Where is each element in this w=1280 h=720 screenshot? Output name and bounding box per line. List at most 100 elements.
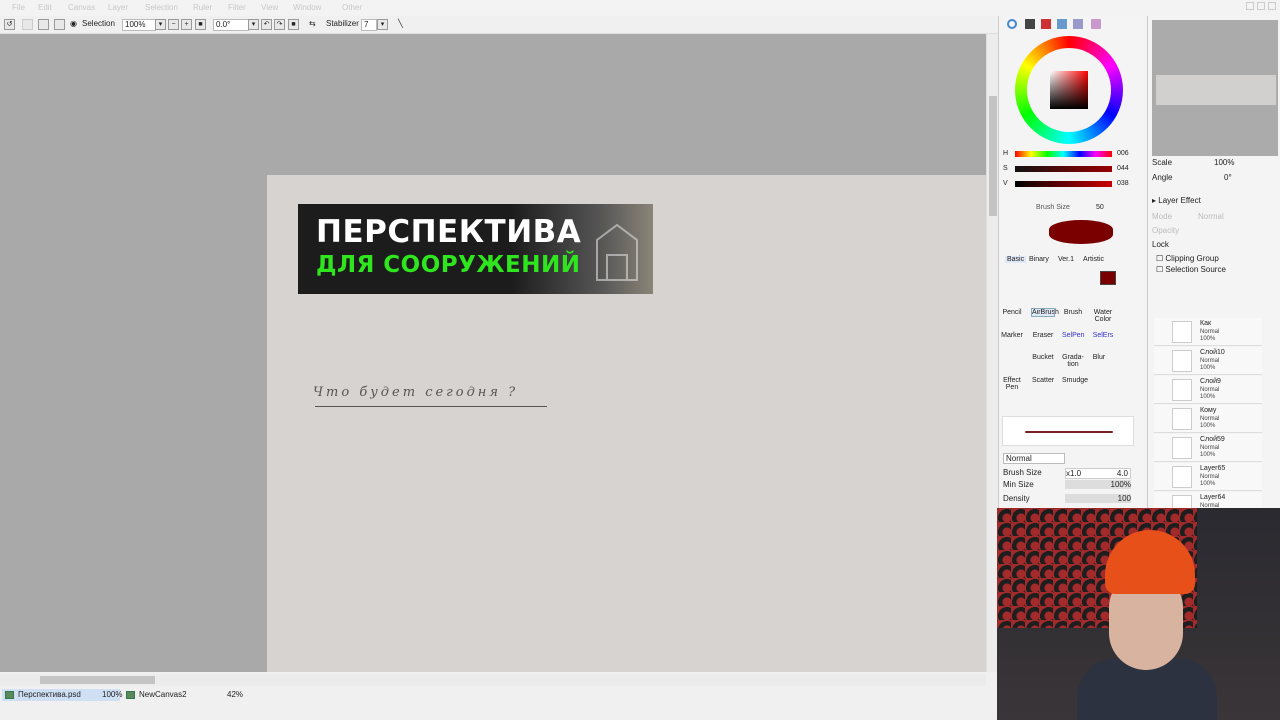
title-banner: ПЕРСПЕКТИВА ДЛЯ СООРУЖЕНИЙ	[298, 204, 653, 294]
tool-blur[interactable]: Blur	[1088, 354, 1110, 361]
rotate-reset-icon[interactable]: ■	[288, 19, 299, 30]
density-label: Density	[1003, 494, 1030, 503]
horizontal-scrollbar[interactable]	[0, 674, 986, 686]
opacity-label: Opacity	[1152, 226, 1180, 235]
menu-other[interactable]: Other	[342, 3, 362, 12]
tool-pencil[interactable]: Pencil	[1001, 309, 1023, 316]
zoom-reset-icon[interactable]: ■	[195, 19, 206, 30]
tool-airbrush[interactable]: AirBrush	[1031, 308, 1059, 317]
invert-selection-icon[interactable]	[54, 19, 65, 30]
tool-selers[interactable]: SelErs	[1092, 332, 1114, 339]
layer-mode: Normal	[1200, 387, 1220, 393]
close-button[interactable]	[1268, 2, 1276, 10]
navigator-preview[interactable]	[1152, 20, 1278, 156]
layer-mode: Normal	[1200, 329, 1220, 335]
selection-source-checkbox[interactable]: ☐ Selection Source	[1156, 265, 1226, 274]
vertical-scroll-thumb[interactable]	[989, 96, 997, 216]
zoom-out-icon[interactable]: −	[168, 19, 179, 30]
tab-artistic[interactable]: Artistic	[1083, 256, 1104, 263]
brush-size-field[interactable]: x1.0 4.0	[1065, 468, 1131, 479]
mode-select[interactable]: Normal	[1198, 212, 1224, 221]
menu-edit[interactable]: Edit	[38, 3, 52, 12]
document-canvas[interactable]: ПЕРСПЕКТИВА ДЛЯ СООРУЖЕНИЙ Что будет сег…	[267, 175, 986, 672]
zoom-dropdown-icon[interactable]: ▾	[155, 19, 166, 30]
menu-filter[interactable]: Filter	[228, 3, 246, 12]
stabilizer-field[interactable]: 7	[361, 19, 377, 31]
horizontal-scroll-thumb[interactable]	[40, 676, 155, 684]
tool-eraser[interactable]: Eraser	[1032, 332, 1054, 339]
layer-opacity: 100%	[1200, 336, 1216, 342]
tool-selpen[interactable]: SelPen	[1062, 332, 1085, 339]
menu-view[interactable]: View	[261, 3, 278, 12]
layer-row[interactable]: Кому Normal 100%	[1154, 405, 1262, 433]
min-size-slider[interactable]: 100%	[1065, 480, 1131, 489]
stabilizer-dropdown-icon[interactable]: ▾	[377, 19, 388, 30]
tab-label: NewCanvas2	[139, 690, 187, 699]
zoom-in-icon[interactable]: +	[181, 19, 192, 30]
tab-basic[interactable]: Basic	[1005, 256, 1027, 263]
scale-value[interactable]: 100%	[1214, 158, 1234, 167]
menu-selection[interactable]: Selection	[145, 3, 178, 12]
undo-icon[interactable]: ↺	[4, 19, 15, 30]
blend-mode-select[interactable]: Normal	[1003, 453, 1065, 464]
layer-name: Слой59	[1200, 436, 1225, 443]
eye-icon[interactable]: ◉	[70, 18, 77, 30]
tool-scatter[interactable]: Scatter	[1032, 377, 1054, 384]
saturation-value-square[interactable]	[1050, 71, 1088, 109]
tool-effectpen[interactable]: Effect Pen	[1001, 377, 1023, 391]
deselect-icon[interactable]	[38, 19, 49, 30]
tool-marker[interactable]: Marker	[1001, 332, 1023, 339]
flip-icon[interactable]: ⇆	[309, 18, 316, 30]
canvas-area[interactable]: ПЕРСПЕКТИВА ДЛЯ СООРУЖЕНИЙ Что будет сег…	[0, 34, 986, 672]
hsv-slider-icon[interactable]	[1041, 19, 1051, 29]
selection-label[interactable]: Selection	[82, 18, 115, 30]
density-slider[interactable]: 100	[1065, 494, 1131, 503]
zoom-field[interactable]: 100%	[122, 19, 156, 31]
layer-row[interactable]: Layer65 Normal 100%	[1154, 463, 1262, 491]
primary-color-swatch[interactable]	[1100, 271, 1116, 285]
color-wheel-icon[interactable]	[1007, 19, 1017, 29]
menu-layer[interactable]: Layer	[108, 3, 128, 12]
line-tool-icon[interactable]: ╲	[398, 18, 403, 30]
maximize-button[interactable]	[1257, 2, 1265, 10]
layer-row[interactable]: Как Normal 100%	[1154, 318, 1262, 346]
tab-perspektiva[interactable]: Перспектива.psd 100%	[2, 689, 122, 701]
tab-newcanvas2[interactable]: NewCanvas2 42%	[123, 689, 243, 701]
minimize-button[interactable]	[1246, 2, 1254, 10]
user-colors-icon[interactable]	[1091, 19, 1101, 29]
menu-canvas[interactable]: Canvas	[68, 3, 95, 12]
tool-brush[interactable]: Brush	[1062, 309, 1084, 316]
tab-binary[interactable]: Binary	[1029, 256, 1049, 263]
angle-field[interactable]: 0.0°	[213, 19, 249, 31]
menu-file[interactable]: File	[12, 3, 25, 12]
layer-row[interactable]: Слой10 Normal 100%	[1154, 347, 1262, 375]
tool-watercolor[interactable]: Water Color	[1092, 309, 1114, 323]
saturation-slider[interactable]	[1015, 166, 1112, 172]
layer-effect-header[interactable]: ▸ Layer Effect	[1152, 196, 1201, 205]
redo-icon[interactable]	[22, 19, 33, 30]
menu-ruler[interactable]: Ruler	[193, 3, 212, 12]
rgb-slider-icon[interactable]	[1025, 19, 1035, 29]
tab-ver1[interactable]: Ver.1	[1058, 256, 1074, 263]
layer-row[interactable]: Слой9 Normal 100%	[1154, 376, 1262, 404]
tool-smudge[interactable]: Smudge	[1062, 377, 1088, 384]
angle-dropdown-icon[interactable]: ▾	[248, 19, 259, 30]
scratchpad-icon[interactable]	[1073, 19, 1083, 29]
saturation-value[interactable]: 044	[1117, 165, 1129, 172]
menu-window[interactable]: Window	[293, 3, 321, 12]
value-slider[interactable]	[1015, 181, 1112, 187]
layer-row[interactable]: Слой59 Normal 100%	[1154, 434, 1262, 462]
tool-bucket[interactable]: Bucket	[1032, 354, 1054, 361]
swatches-icon[interactable]	[1057, 19, 1067, 29]
value-value[interactable]: 038	[1117, 180, 1129, 187]
brush-size-bar[interactable]: Brush Size 50	[1002, 202, 1140, 214]
rotate-right-icon[interactable]: ↷	[274, 19, 285, 30]
color-wheel[interactable]	[1015, 36, 1123, 144]
clipping-group-checkbox[interactable]: ☐ Clipping Group	[1156, 254, 1219, 263]
tool-gradation[interactable]: Grada-tion	[1062, 354, 1084, 368]
hue-value[interactable]: 006	[1117, 150, 1129, 157]
layer-mode: Normal	[1200, 416, 1220, 422]
angle-value[interactable]: 0°	[1224, 173, 1232, 182]
rotate-left-icon[interactable]: ↶	[261, 19, 272, 30]
hue-slider[interactable]	[1015, 151, 1112, 157]
